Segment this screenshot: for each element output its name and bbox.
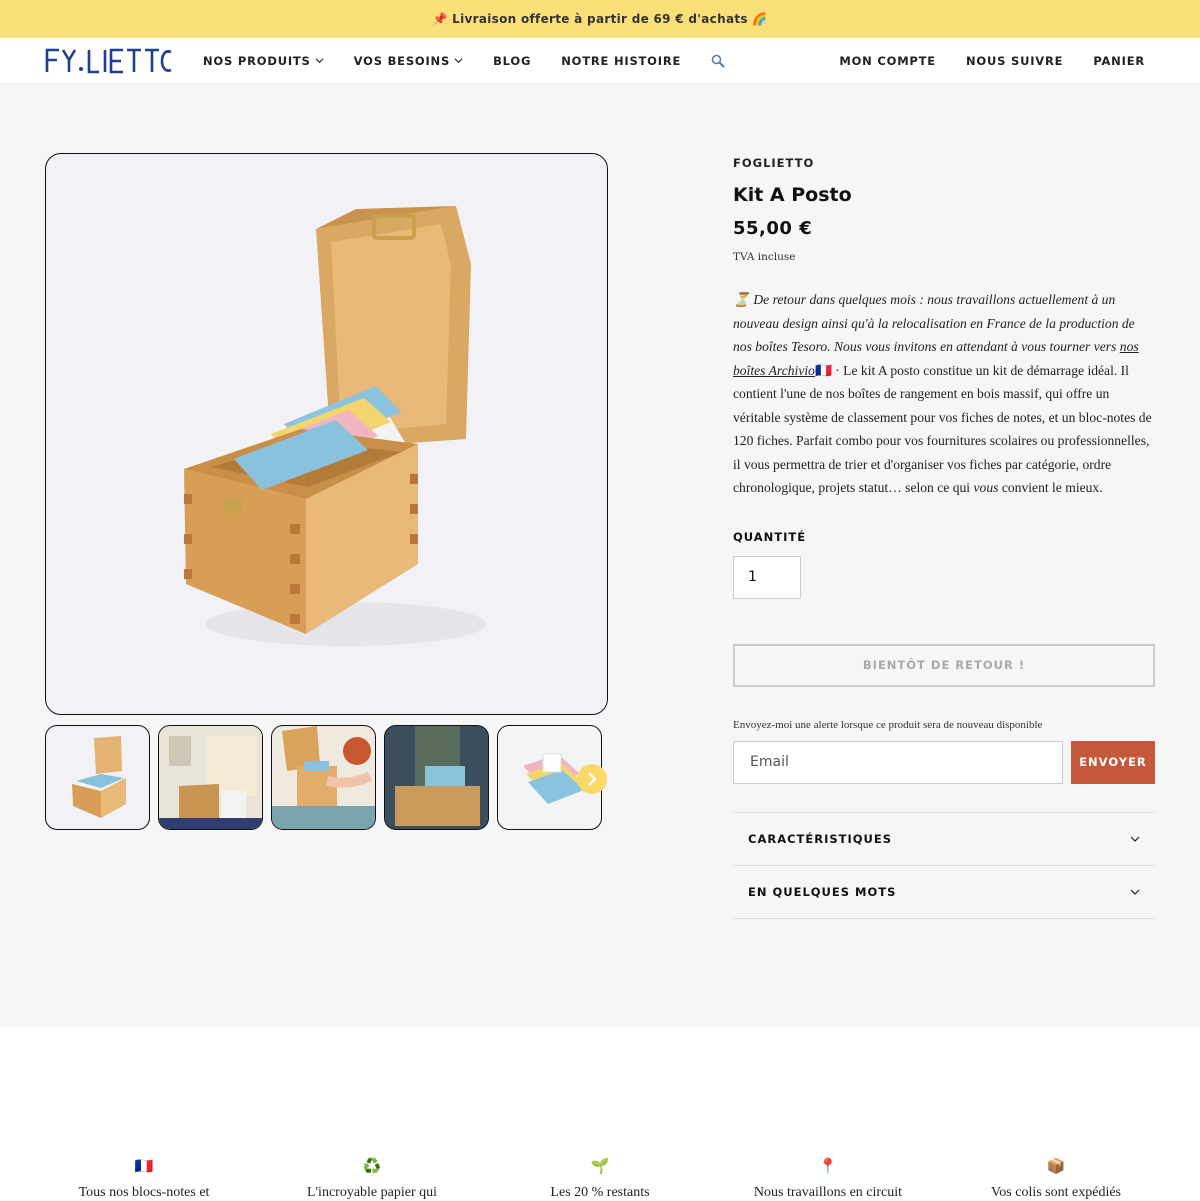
notify-text: Envoyez-moi une alerte lorsque ce produi… bbox=[733, 718, 1043, 731]
site-header: NOS PRODUITS VOS BESOINS BLOG NOTRE HIST… bbox=[0, 38, 1200, 84]
product-info: FOGLIETTO Kit A Posto 55,00 € TVA inclus… bbox=[733, 156, 1155, 919]
soldout-button[interactable]: BIENTÔT DE RETOUR ! bbox=[733, 643, 1155, 687]
hands-thumb-illustration bbox=[272, 726, 375, 829]
announcement-text: 📌 Livraison offerte à partir de 69 € d'a… bbox=[432, 12, 768, 26]
accordion-in-words-label: EN QUELQUES MOTS bbox=[748, 884, 897, 899]
thumbnail-next-button[interactable] bbox=[577, 764, 607, 794]
feature-text: Vos colis sont expédiés bbox=[990, 1185, 1121, 1200]
wooden-box-illustration bbox=[184, 206, 486, 646]
nav-right: MON COMPTE NOUS SUIVRE PANIER bbox=[839, 54, 1145, 68]
feature-text: Nous travaillons en circuit bbox=[753, 1185, 903, 1200]
feature-text: Les 20 % restants bbox=[550, 1185, 650, 1200]
feature-made-in-france: 🇫🇷 Tous nos blocs-notes et bbox=[34, 1157, 254, 1201]
accordion-characteristics[interactable]: CARACTÉRISTIQUES bbox=[733, 813, 1155, 866]
nav-account[interactable]: MON COMPTE bbox=[839, 54, 936, 68]
pin-icon: 📍 bbox=[818, 1157, 838, 1175]
nav-needs-label: VOS BESOINS bbox=[353, 53, 451, 68]
chevron-down-icon bbox=[1130, 889, 1140, 895]
product-main-image[interactable] bbox=[45, 153, 608, 715]
feature-short-circuit: 📍 Nous travaillons en circuit bbox=[718, 1157, 938, 1201]
desc-vous: vous bbox=[973, 480, 999, 495]
box-thumb-illustration bbox=[72, 736, 126, 818]
product-title: Kit A Posto bbox=[733, 184, 852, 206]
thumbnail-2[interactable] bbox=[158, 725, 263, 830]
nav-products-label: NOS PRODUITS bbox=[203, 53, 311, 68]
recycle-icon: ♻️ bbox=[362, 1157, 382, 1175]
logo[interactable] bbox=[45, 47, 173, 75]
package-icon: 📦 bbox=[1046, 1157, 1066, 1175]
tax-note: TVA incluse bbox=[733, 251, 796, 263]
product-description: ⏳ De retour dans quelques mois : nous tr… bbox=[733, 288, 1155, 500]
send-button[interactable]: ENVOYER bbox=[1071, 740, 1155, 784]
kitchen-thumb-illustration bbox=[159, 726, 262, 829]
thumbnail-1[interactable] bbox=[45, 725, 150, 830]
nav-history[interactable]: NOTRE HISTOIRE bbox=[561, 54, 681, 68]
accordion-in-words[interactable]: EN QUELQUES MOTS bbox=[733, 866, 1155, 919]
feature-text: L'incroyable papier qui bbox=[306, 1185, 438, 1200]
features-section: 🇫🇷 Tous nos blocs-notes et ♻️ L'incroyab… bbox=[0, 1027, 1200, 1200]
nav-cart[interactable]: PANIER bbox=[1093, 54, 1145, 68]
france-flag-icon: 🇫🇷 bbox=[134, 1157, 154, 1175]
nav-follow[interactable]: NOUS SUIVRE bbox=[966, 54, 1063, 68]
thumbnail-list bbox=[45, 725, 602, 830]
desc-end: convient le mieux. bbox=[1001, 480, 1103, 495]
product-vendor: FOGLIETTO bbox=[733, 156, 815, 170]
seedling-icon: 🌱 bbox=[590, 1157, 610, 1175]
nav-needs[interactable]: VOS BESOINS bbox=[354, 54, 463, 68]
chevron-down-icon bbox=[454, 58, 463, 64]
nav-blog[interactable]: BLOG bbox=[493, 54, 531, 68]
notify-form: Email ENVOYER bbox=[733, 740, 1155, 784]
main-nav: NOS PRODUITS VOS BESOINS BLOG NOTRE HIST… bbox=[203, 54, 839, 68]
desc-italic: ⏳ De retour dans quelques mois : nous tr… bbox=[733, 292, 1135, 354]
email-field[interactable]: Email bbox=[733, 740, 1063, 784]
chevron-down-icon bbox=[1130, 836, 1140, 842]
feature-shipping: 📦 Vos colis sont expédiés bbox=[946, 1157, 1166, 1201]
thumbnail-4[interactable] bbox=[384, 725, 489, 830]
dark-thumb-illustration bbox=[385, 726, 488, 829]
thumbnail-3[interactable] bbox=[271, 725, 376, 830]
desc-rest: 🇫🇷 · Le kit A posto constitue un kit de … bbox=[733, 362, 1152, 496]
announcement-bar: 📌 Livraison offerte à partir de 69 € d'a… bbox=[0, 0, 1200, 38]
product-accordion: CARACTÉRISTIQUES EN QUELQUES MOTS bbox=[733, 811, 1155, 919]
feature-text: Tous nos blocs-notes et bbox=[78, 1185, 210, 1200]
quantity-label: QUANTITÉ bbox=[733, 529, 807, 544]
chevron-down-icon bbox=[315, 58, 324, 64]
quantity-input[interactable]: 1 bbox=[733, 555, 801, 599]
product-price: 55,00 € bbox=[733, 218, 813, 239]
search-icon[interactable] bbox=[711, 54, 725, 68]
feature-remaining: 🌱 Les 20 % restants bbox=[490, 1157, 710, 1201]
accordion-characteristics-label: CARACTÉRISTIQUES bbox=[748, 831, 893, 846]
feature-recycled-paper: ♻️ L'incroyable papier qui bbox=[262, 1157, 482, 1201]
nav-products[interactable]: NOS PRODUITS bbox=[203, 54, 324, 68]
product-section: FOGLIETTO Kit A Posto 55,00 € TVA inclus… bbox=[0, 84, 1200, 1028]
chevron-right-icon bbox=[588, 772, 597, 786]
